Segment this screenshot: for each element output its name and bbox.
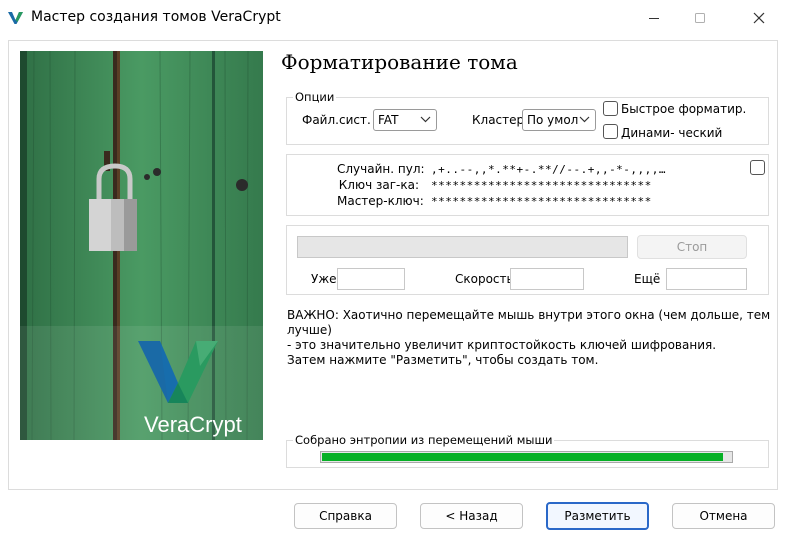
- page-title: Форматирование тома: [281, 50, 518, 74]
- header-key-label: Ключ заг-ка:: [338, 178, 419, 192]
- filesystem-label: Файл.сист.: [302, 113, 371, 127]
- cancel-button[interactable]: Отмена: [672, 503, 775, 529]
- chevron-down-icon: [420, 116, 431, 123]
- done-label: Уже: [311, 272, 337, 286]
- cluster-select[interactable]: По умол: [522, 109, 596, 131]
- entropy-label: Собрано энтропии из перемещений мыши: [293, 433, 555, 447]
- speed-field: [510, 268, 584, 290]
- dynamic-checkbox[interactable]: [603, 124, 618, 139]
- random-pool-label: Случайн. пул:: [337, 162, 425, 176]
- random-pool-value: ,+..--,,*.**+-.**//--.+,,-*-,,,,…: [431, 163, 667, 176]
- time-left-label: Ещё: [634, 272, 661, 286]
- format-button[interactable]: Разметить: [546, 502, 649, 530]
- stop-button[interactable]: Стоп: [637, 235, 747, 259]
- minimize-icon: [649, 18, 659, 19]
- veracrypt-logo-icon: [7, 9, 24, 26]
- dynamic-label: Динами- ческий: [621, 126, 723, 140]
- filesystem-select-value: FAT: [378, 113, 399, 127]
- title-bar: Мастер создания томов VeraCrypt: [0, 0, 792, 36]
- close-icon: [753, 12, 765, 24]
- note-line-2: - это значительно увеличит криптостойкос…: [287, 338, 717, 352]
- show-pool-checkbox[interactable]: [750, 160, 765, 175]
- entropy-progress-fill: [322, 453, 723, 461]
- chevron-down-icon: [579, 116, 590, 123]
- maximize-button[interactable]: [677, 0, 723, 36]
- back-button[interactable]: < Назад: [420, 503, 523, 529]
- options-legend: Опции: [293, 90, 337, 104]
- window-title: Мастер создания томов VeraCrypt: [31, 9, 281, 25]
- quick-format-label: Быстрое форматир.: [621, 102, 747, 116]
- quick-format-checkbox[interactable]: [603, 101, 618, 116]
- format-progress-bar: [297, 236, 628, 258]
- note-line-3: Затем нажмите "Разметить", чтобы создать…: [287, 353, 599, 367]
- maximize-icon: [695, 13, 705, 23]
- entropy-progress-bar: [320, 451, 733, 463]
- master-key-value: *******************************: [431, 195, 652, 208]
- important-note: ВАЖНО: Хаотично перемещайте мышь внутри …: [287, 308, 772, 368]
- close-button[interactable]: [736, 0, 782, 36]
- time-left-field: [666, 268, 747, 290]
- note-line-1: ВАЖНО: Хаотично перемещайте мышь внутри …: [287, 308, 771, 337]
- filesystem-select[interactable]: FAT: [373, 109, 437, 131]
- cluster-select-value: По умол: [527, 113, 579, 127]
- help-button[interactable]: Справка: [294, 503, 397, 529]
- cluster-label: Кластер: [472, 113, 525, 127]
- done-field: [337, 268, 405, 290]
- header-key-value: *******************************: [431, 179, 652, 192]
- banner-brand-text: VeraCrypt: [144, 412, 242, 437]
- wizard-banner-image: VeraCrypt: [20, 51, 263, 440]
- speed-label: Скорость: [455, 272, 514, 286]
- minimize-button[interactable]: [631, 0, 677, 36]
- master-key-label: Мастер-ключ:: [337, 194, 424, 208]
